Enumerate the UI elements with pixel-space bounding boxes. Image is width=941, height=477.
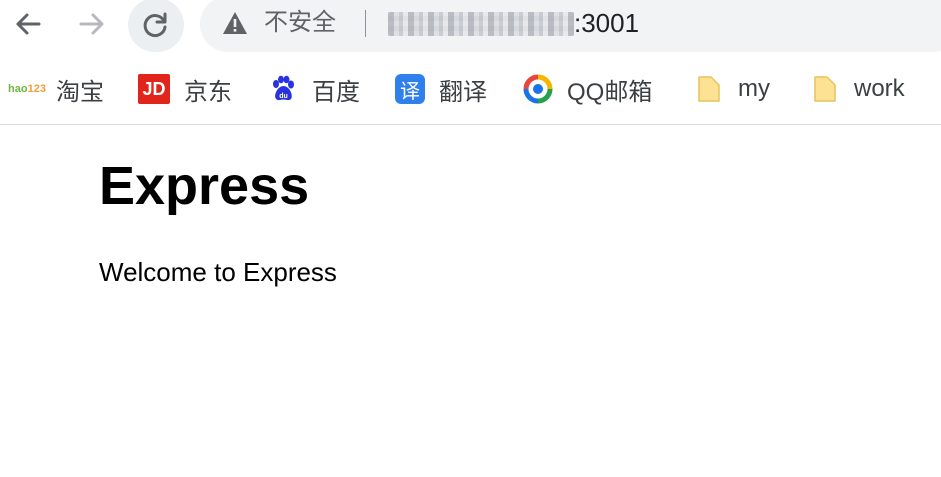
bookmark-label: 百度	[312, 78, 360, 106]
bookmark-label: 淘宝	[56, 78, 104, 106]
bookmark-folder-work[interactable]: work	[810, 72, 905, 106]
reload-button[interactable]	[128, 0, 184, 52]
arrow-right-icon	[79, 13, 104, 35]
hao123-icon: hao 123	[8, 83, 46, 95]
baidu-paw-icon: du	[268, 74, 298, 104]
url-host-redacted[interactable]	[388, 12, 574, 36]
jd-icon: JD	[138, 74, 170, 104]
arrow-left-icon	[16, 13, 41, 35]
qq-mail-icon	[523, 74, 553, 104]
folder-icon	[810, 74, 840, 104]
security-status-label[interactable]: 不安全	[264, 7, 336, 39]
bookmark-label: my	[738, 75, 770, 102]
omnibox-divider	[365, 10, 366, 37]
bookmark-qq-mail[interactable]: QQ邮箱	[523, 72, 652, 106]
bookmark-label: 京东	[184, 78, 232, 106]
reload-icon	[143, 12, 167, 37]
warning-triangle-icon[interactable]	[222, 10, 248, 36]
bookmark-folder-my[interactable]: my	[694, 72, 770, 106]
svg-text:du: du	[279, 93, 288, 100]
bookmark-jd[interactable]: JD 京东	[138, 72, 232, 106]
page-title: Express	[99, 156, 310, 216]
browser-toolbar: 不安全 :3001	[0, 0, 941, 52]
url-port[interactable]: :3001	[574, 7, 639, 39]
folder-icon	[694, 74, 724, 104]
bookmark-label: 翻译	[439, 78, 487, 106]
bookmarks-bar: hao 123 淘宝 JD 京东 du 百度 译 翻译 QQ邮箱 my work	[0, 52, 941, 125]
bookmark-translate[interactable]: 译 翻译	[395, 72, 487, 106]
translate-icon: 译	[395, 74, 425, 104]
back-button[interactable]	[2, 0, 54, 48]
bookmark-baidu[interactable]: du 百度	[268, 72, 360, 106]
bookmark-taobao[interactable]: hao 123 淘宝	[8, 72, 104, 106]
bookmark-label: QQ邮箱	[567, 78, 653, 106]
bookmark-label: work	[854, 75, 905, 102]
welcome-text: Welcome to Express	[99, 257, 337, 287]
forward-button[interactable]	[66, 0, 118, 48]
